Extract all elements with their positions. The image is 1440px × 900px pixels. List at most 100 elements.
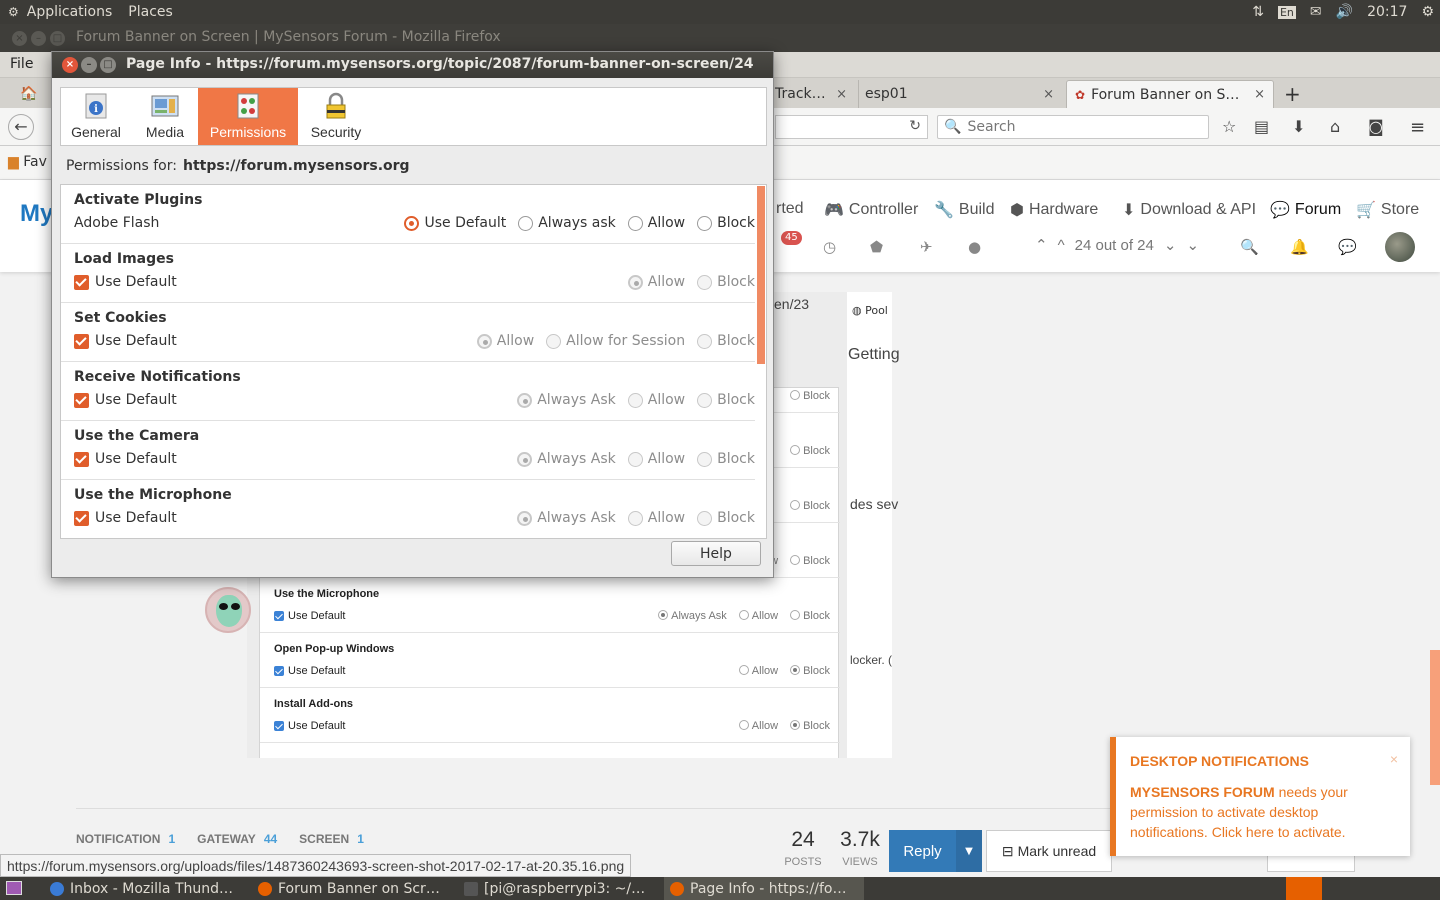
rocket-icon[interactable]: ✈ [920,238,933,256]
dialog-maximize-icon[interactable]: □ [100,57,116,73]
applications-menu[interactable]: Applications [27,4,113,20]
close-icon[interactable]: × [1390,751,1398,767]
task-firefox-forum[interactable]: Forum Banner on Scr… [252,877,452,900]
network-icon[interactable]: ⇅ [1252,4,1264,20]
close-icon[interactable]: × [1254,87,1265,102]
radio-always-ask[interactable]: Always ask [518,215,616,231]
radio-allow[interactable]: Allow [627,451,685,467]
tags-icon[interactable]: ⬟ [870,238,883,256]
keyboard-layout-indicator[interactable]: En [1277,5,1296,19]
reading-list-icon[interactable]: ▤ [1254,117,1269,136]
radio-allow[interactable]: Allow [627,215,685,231]
places-menu[interactable]: Places [128,4,173,20]
nav-controller[interactable]: 🎮 Controller [824,200,918,220]
task-thunderbird[interactable]: Inbox - Mozilla Thund… [44,877,246,900]
bookmark-folder-fav[interactable]: ▆ Fav [8,154,47,170]
radio-block[interactable]: Block [697,215,755,231]
task-terminal[interactable]: [pi@raspberrypi3: ~/… [458,877,658,900]
reload-icon[interactable]: ↻ [909,118,921,134]
prev-post-icon[interactable]: ^ [1058,237,1065,254]
bookmark-star-icon[interactable]: ☆ [1222,117,1236,136]
pocket-icon[interactable]: ◙ [1368,117,1384,136]
mail-icon[interactable]: ✉ [1310,4,1322,20]
desktop-notification-toast[interactable]: DESKTOP NOTIFICATIONS × MYSENSORS FORUM … [1110,737,1410,856]
nav-store[interactable]: 🛒 Store [1356,200,1419,220]
menu-file[interactable]: File [10,56,33,72]
nav-hardware[interactable]: ⬢ Hardware [1010,200,1098,220]
ff-close-icon[interactable]: × [12,31,27,46]
search-box[interactable]: 🔍 Search [937,115,1209,139]
clock[interactable]: 20:17 [1367,4,1407,20]
radio-use-default[interactable]: Use Default [404,215,506,231]
home-icon[interactable]: ⌂ [1330,117,1340,136]
user-icon[interactable]: ● [968,238,981,256]
close-icon[interactable]: × [836,87,847,102]
dialog-minimize-icon[interactable]: – [81,57,97,73]
radio-block[interactable]: Block [697,392,755,408]
task-page-info[interactable]: Page Info - https://fo… [664,877,864,900]
close-icon[interactable]: × [1043,87,1054,102]
use-default-checkbox[interactable]: Use Default [74,274,177,290]
tab-security[interactable]: Security [301,88,371,145]
download-icon[interactable]: ⬇ [1292,117,1305,136]
use-default-checkbox[interactable]: Use Default [74,333,177,349]
ubuntu-logo-icon[interactable]: ⚙ [8,5,19,19]
new-tab-plus-icon[interactable]: + [1284,80,1304,108]
last-post-icon[interactable]: ⌄ [1186,236,1199,254]
hamburger-menu-icon[interactable]: ≡ [1410,117,1425,138]
radio-allow[interactable]: Allow [476,333,534,349]
site-logo[interactable]: My [20,200,53,228]
clock-icon[interactable]: ◷ [823,238,836,256]
tag-gateway[interactable]: GATEWAY [197,832,256,846]
chat-icon[interactable]: 💬 [1338,238,1357,256]
reply-button[interactable]: Reply [889,830,956,872]
tag-notification[interactable]: NOTIFICATION [76,832,160,846]
radio-always-ask[interactable]: Always Ask [517,392,616,408]
tab-esp01[interactable]: esp01 × [858,80,1062,108]
nav-download-api[interactable]: ⬇ Download & API [1122,200,1256,220]
tag-screen[interactable]: SCREEN [299,832,349,846]
notification-body[interactable]: MYSENSORS FORUM needs your permission to… [1130,782,1360,842]
tab-media[interactable]: Media [133,88,197,145]
tab-home[interactable]: 🏠 [20,80,50,108]
mark-unread-button[interactable]: ⊟ Mark unread [986,830,1112,872]
radio-always-ask[interactable]: Always Ask [517,510,616,526]
user-avatar[interactable] [1385,232,1415,262]
dialog-close-icon[interactable]: × [62,57,78,73]
reply-dropdown-caret-icon[interactable]: ▼ [956,830,982,872]
first-post-icon[interactable]: ⌃ [1035,236,1048,254]
radio-allow[interactable]: Allow [627,392,685,408]
ff-minimize-icon[interactable]: – [31,31,46,46]
help-button[interactable]: Help [671,541,761,566]
tab-permissions[interactable]: Permissions [198,88,298,145]
page-scroll-indicator[interactable] [1430,650,1440,785]
radio-always-ask[interactable]: Always Ask [517,451,616,467]
radio-block[interactable]: Block [697,333,755,349]
nav-getting-started[interactable]: rted [776,200,804,218]
search-icon[interactable]: 🔍 [1240,238,1259,256]
radio-block[interactable]: Block [697,274,755,290]
nav-forum[interactable]: 💬 Forum [1270,200,1341,220]
radio-allow-for-session[interactable]: Allow for Session [546,333,685,349]
settings-gear-icon[interactable]: ⚙ [1421,4,1434,20]
dialog-titlebar[interactable]: × – □ Page Info - https://forum.mysensor… [52,52,773,78]
use-default-checkbox[interactable]: Use Default [74,392,177,408]
tab-track[interactable]: Track… × [775,80,849,108]
use-default-checkbox[interactable]: Use Default [74,451,177,467]
tab-forum-banner[interactable]: ✿ Forum Banner on S… × [1066,80,1274,108]
post-pager[interactable]: ⌃ ^ 24 out of 24 ⌄ ⌄ [1035,236,1199,255]
show-desktop-icon[interactable] [6,881,22,895]
use-default-checkbox[interactable]: Use Default [74,510,177,526]
back-arrow-icon[interactable]: ← [8,114,34,140]
volume-icon[interactable]: 🔊 [1336,4,1353,20]
url-bar[interactable]: ↻ [775,115,928,139]
tab-general[interactable]: i General [61,88,131,145]
radio-block[interactable]: Block [697,510,755,526]
radio-block[interactable]: Block [697,451,755,467]
bell-icon[interactable]: 🔔 [1290,238,1309,256]
radio-allow[interactable]: Allow [627,510,685,526]
post-author-avatar[interactable] [205,587,251,633]
permissions-scrollbar[interactable] [757,186,765,364]
radio-allow[interactable]: Allow [627,274,685,290]
workspace-switcher[interactable] [1286,877,1322,900]
